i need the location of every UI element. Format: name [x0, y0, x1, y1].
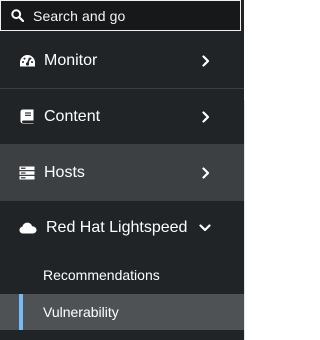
- active-indicator: [19, 294, 23, 330]
- main-content-edge: [244, 100, 254, 340]
- page: Search and go Monitor Content Hosts Red …: [0, 0, 254, 340]
- chevron-right-icon: [200, 54, 212, 67]
- sidebar-item-hosts[interactable]: Hosts: [0, 145, 244, 201]
- search-and-go-input[interactable]: Search and go: [0, 0, 241, 31]
- search-placeholder: Search and go: [33, 7, 126, 24]
- sidebar-subitem-vulnerability[interactable]: Vulnerability: [0, 294, 244, 330]
- sidebar-item-red-hat-lightspeed[interactable]: Red Hat Lightspeed: [0, 200, 244, 256]
- book-icon: [18, 108, 36, 126]
- sidebar-nav: Search and go Monitor Content Hosts Red …: [0, 0, 244, 340]
- search-icon: [10, 9, 24, 23]
- sidebar-item-label: Red Hat Lightspeed: [46, 219, 188, 236]
- chevron-down-icon: [198, 222, 212, 234]
- chevron-right-icon: [200, 110, 212, 123]
- sidebar-item-label: Monitor: [44, 51, 98, 69]
- sidebar-group-red-hat-lightspeed: Red Hat Lightspeed Recommendations Vulne…: [0, 200, 244, 340]
- chevron-right-icon: [200, 166, 212, 179]
- sidebar-subitem-label: Recommendations: [43, 267, 160, 283]
- sidebar-item-label: Hosts: [44, 163, 85, 181]
- sidebar-item-content[interactable]: Content: [0, 89, 244, 145]
- sidebar-subitem-recommendations[interactable]: Recommendations: [0, 257, 244, 293]
- server-icon: [18, 164, 36, 182]
- sidebar-item-monitor[interactable]: Monitor: [0, 33, 244, 89]
- cloud-icon: [18, 219, 38, 237]
- sidebar-item-label: Content: [44, 107, 101, 125]
- dashboard-icon: [18, 52, 36, 70]
- sidebar-subitem-label: Vulnerability: [43, 304, 119, 320]
